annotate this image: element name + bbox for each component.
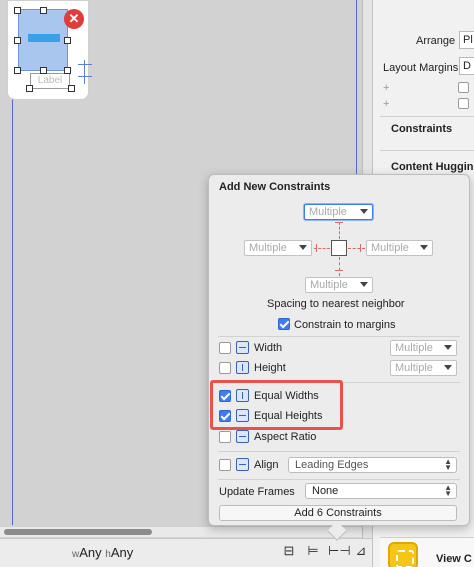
view-controller-label: View C: [436, 553, 472, 565]
resolve-issues-icon[interactable]: ⊿: [352, 543, 370, 559]
resize-handle[interactable]: [64, 37, 71, 44]
align-value: Leading Edges: [295, 459, 369, 471]
top-strut-cap: [335, 222, 343, 223]
constraint-line: [78, 64, 92, 65]
horizontal-scrollbar-thumb[interactable]: [4, 529, 152, 535]
constraint-line: [84, 60, 85, 84]
constrain-to-margins-label: Constrain to margins: [294, 319, 396, 331]
stack-icon[interactable]: ⊟: [280, 543, 298, 559]
popover-title: Add New Constraints: [219, 181, 331, 193]
chevron-down-icon: [420, 245, 428, 250]
resize-handle[interactable]: [14, 37, 21, 44]
pin-icon[interactable]: ⊢⊣: [328, 543, 351, 559]
updown-chevron-icon: ▲ ▼: [444, 457, 452, 472]
arrange-popup[interactable]: Pl: [459, 31, 474, 49]
resize-handle[interactable]: [14, 67, 21, 74]
align-label: Align: [254, 459, 279, 471]
bottom-strut-cap: [335, 270, 343, 271]
width-value: Any: [79, 545, 102, 560]
selected-subview-bar: [28, 34, 60, 42]
inspector-divider: [380, 116, 474, 117]
height-label: Height: [254, 362, 286, 374]
height-value-dropdown[interactable]: Multiple: [390, 360, 457, 376]
right-spacing-dropdown[interactable]: Multiple: [366, 240, 433, 256]
constraint-center-box: [331, 240, 347, 256]
canvas-bottom-bar: [0, 538, 380, 567]
align-icon: [236, 458, 249, 471]
inspector-checkbox[interactable]: [458, 82, 469, 93]
layout-margins-popup[interactable]: D: [459, 57, 474, 75]
chevron-down-icon: [444, 365, 452, 370]
resize-handle[interactable]: [26, 85, 33, 92]
constraint-line: [78, 76, 92, 77]
right-strut[interactable]: [348, 248, 365, 249]
spacing-caption: Spacing to nearest neighbor: [267, 298, 405, 310]
size-class-toggle[interactable]: wAny hAny: [72, 545, 133, 560]
left-strut-cap: [316, 244, 317, 252]
aspect-ratio-icon: [236, 430, 249, 443]
top-spacing-value: Multiple: [309, 206, 347, 218]
plus-icon[interactable]: +: [383, 82, 389, 94]
popover-separator: [218, 451, 460, 452]
height-value: Any: [110, 545, 134, 560]
top-strut[interactable]: [339, 222, 340, 239]
resize-handle[interactable]: [14, 7, 21, 14]
add-constraints-button[interactable]: Add 6 Constraints: [219, 505, 457, 521]
align-icon[interactable]: ⊨: [304, 543, 322, 559]
popover-separator: [218, 479, 460, 480]
width-constraint-icon: [236, 341, 249, 354]
bottom-strut[interactable]: [339, 257, 340, 276]
chevron-down-icon: [360, 282, 368, 287]
align-checkbox[interactable]: [219, 459, 231, 471]
highlight-box: [210, 380, 343, 430]
layout-margins-label: Layout Margins: [383, 62, 459, 74]
aspect-ratio-checkbox[interactable]: [219, 431, 231, 443]
update-frames-value: None: [312, 485, 339, 497]
width-checkbox[interactable]: [219, 342, 231, 354]
left-spacing-dropdown[interactable]: Multiple: [244, 240, 312, 256]
height-checkbox[interactable]: [219, 362, 231, 374]
view-thumbnail[interactable]: Label ✕: [7, 0, 89, 100]
bottom-spacing-dropdown[interactable]: Multiple: [305, 277, 373, 293]
right-strut-cap: [360, 244, 361, 252]
constrain-to-margins-checkbox[interactable]: [278, 318, 290, 330]
arrange-label: Arrange: [416, 35, 456, 47]
width-value: Multiple: [395, 342, 433, 354]
resize-handle[interactable]: [68, 85, 75, 92]
resize-handle[interactable]: [40, 7, 47, 14]
height-constraint-icon: [236, 361, 249, 374]
width-value-dropdown[interactable]: Multiple: [390, 340, 457, 356]
update-frames-label: Update Frames: [219, 486, 295, 498]
plus-icon[interactable]: +: [383, 98, 389, 110]
updown-chevron-icon: ▲ ▼: [444, 483, 452, 498]
bottom-spacing-value: Multiple: [310, 279, 348, 291]
close-icon[interactable]: ✕: [64, 9, 84, 29]
resize-handle[interactable]: [64, 67, 71, 74]
left-spacing-value: Multiple: [249, 242, 287, 254]
chevron-down-icon: [444, 345, 452, 350]
update-frames-select[interactable]: None ▲ ▼: [305, 483, 457, 499]
constraints-heading: Constraints: [391, 123, 453, 135]
resize-handle[interactable]: [40, 67, 47, 74]
inspector-divider: [380, 150, 474, 151]
width-label: Width: [254, 342, 283, 354]
align-select[interactable]: Leading Edges ▲ ▼: [288, 457, 457, 473]
popover-separator: [218, 336, 460, 337]
top-spacing-dropdown[interactable]: Multiple: [304, 204, 373, 220]
right-spacing-value: Multiple: [371, 242, 409, 254]
inspector-checkbox[interactable]: [458, 98, 469, 109]
thumbnail-label: Label: [30, 73, 70, 89]
chevron-down-icon: [299, 245, 307, 250]
content-hugging-heading: Content Hugging: [391, 161, 474, 173]
height-value: Multiple: [395, 362, 433, 374]
chevron-down-icon: [360, 209, 368, 214]
aspect-ratio-label: Aspect Ratio: [254, 431, 317, 443]
view-controller-icon: [388, 542, 418, 567]
